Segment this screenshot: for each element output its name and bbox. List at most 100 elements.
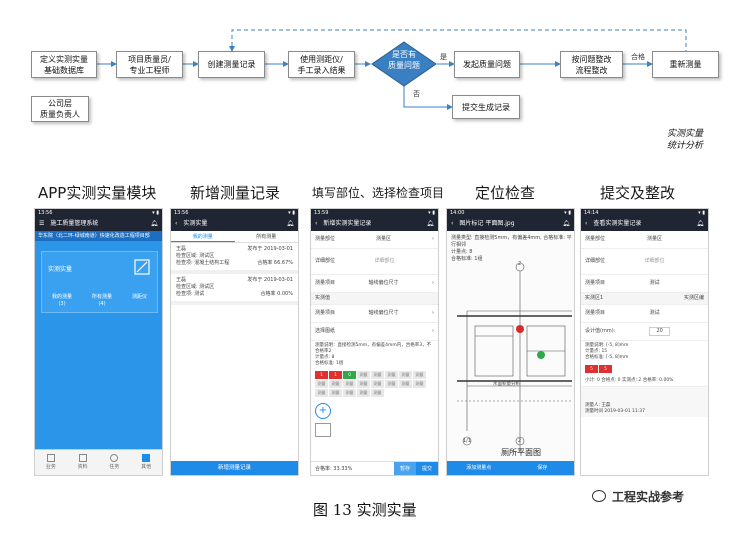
item-field[interactable]: 测量项目 轴线偏位尺寸 › <box>311 275 438 293</box>
floor-plan-drawing <box>457 262 572 451</box>
app-bar: ‹ 新增实测实量记录 🔔︎ <box>311 217 438 231</box>
measure-cell[interactable]: 测量 <box>357 371 370 379</box>
rate-label: 合格率: 33.33% <box>315 466 353 472</box>
measure-cell[interactable]: 测量 <box>315 389 328 397</box>
select-drawing[interactable]: 选择图纸 › <box>311 323 438 341</box>
node-statistics: 实测实量 统计分析 <box>666 129 703 151</box>
nav-tasks[interactable]: 任务 <box>109 454 119 471</box>
save-button[interactable]: 暂存 <box>394 462 416 475</box>
form-footer: 合格率: 33.33% 暂存 提交 <box>311 461 438 475</box>
bell-icon[interactable]: 🔔︎ <box>696 217 704 231</box>
rangefinder-tile[interactable]: 测距仪 <box>132 294 147 308</box>
measured-section: 实测值 <box>311 293 438 305</box>
node-company-owner: 公司层 质量负责人 <box>31 96 89 122</box>
back-icon[interactable]: ‹ <box>315 217 317 231</box>
measure-card[interactable]: 实测实量 我的测量 (3) 所有测量 (4) 测距仪 <box>41 251 158 313</box>
camera-icon[interactable] <box>315 423 331 437</box>
summary-line: 小计: 0 合格点: 0 实测点: 2 合格率: 0.00% <box>581 375 708 387</box>
measure-cell[interactable]: 测量 <box>343 389 356 397</box>
measure-cell[interactable]: 测量 <box>315 380 328 388</box>
flowchart-connectors <box>97 29 687 110</box>
measure-cell[interactable]: 测量 <box>399 380 412 388</box>
nav-docs[interactable]: 资料 <box>78 454 88 471</box>
measure-cell[interactable]: 1 <box>329 371 342 379</box>
measure-cell[interactable]: 0 <box>343 371 356 379</box>
measure-cell[interactable]: 测量 <box>371 380 384 388</box>
bell-icon[interactable]: 🔔︎ <box>286 217 294 231</box>
record-footer: 测量人: 王磊 测量时间 2019-03-01 11:37 <box>581 387 708 417</box>
phone-fill-form: 13:59 ▾ ▮ ‹ 新增实测实量记录 🔔︎ 测量部位 测量区 › 详细部位 详细部位… <box>310 208 439 476</box>
result-cell: 5 <box>599 365 612 373</box>
back-icon[interactable]: ‹ <box>451 217 453 231</box>
phone-new-record: 13:56 ▾ ▮ ‹ 实测实量 🔔︎ 我的测量 所有测量 王磊 发布于 2019-… <box>170 208 299 476</box>
measure-cell[interactable]: 测量 <box>329 389 342 397</box>
nav-other[interactable]: 其他 <box>141 454 151 471</box>
measure-cell[interactable]: 测量 <box>385 380 398 388</box>
submit-button[interactable]: 提交 <box>416 462 438 475</box>
measure-cell[interactable]: 测量 <box>357 380 370 388</box>
briefcase-icon <box>46 454 55 462</box>
section-title-fill-location: 填写部位、选择检查项目 <box>312 186 445 200</box>
measure-cell[interactable]: 测量 <box>329 380 342 388</box>
add-point-button[interactable]: 添加测量点 <box>447 461 511 475</box>
all-measure-tile[interactable]: 所有测量 (4) <box>92 294 112 308</box>
phone-submit: 14:14 ▾ ▮ ‹ 查看实测实量记录 🔔︎ 测量部位 测量区 详细部位 详细部位 … <box>580 208 709 476</box>
floor-plan[interactable] <box>447 231 574 463</box>
measure-notes: 测量说明: [-5, 8]mm 计量点: 15 合格标准: [-5, 8]mm <box>585 343 629 360</box>
measure-cell[interactable]: 测量 <box>413 380 426 388</box>
task-icon <box>110 454 119 462</box>
back-icon[interactable]: ‹ <box>585 217 587 231</box>
node-raise-issue: 发起质量问题 <box>454 51 520 78</box>
measure-cell[interactable]: 测量 <box>371 371 384 379</box>
item-field-2: 测量项目 测试 <box>581 305 708 323</box>
node-rectify: 按问题整改 流程整改 <box>560 51 623 78</box>
nav-business[interactable]: 业务 <box>46 454 56 471</box>
app-title: 查看实测实量记录 <box>593 220 642 227</box>
section-title-locate: 定位检查 <box>475 184 536 202</box>
add-icon[interactable]: + <box>315 403 331 419</box>
menu-icon[interactable]: ☰ <box>39 217 44 231</box>
green-marker <box>537 351 545 359</box>
save-button[interactable]: 保存 <box>511 461 575 475</box>
my-measure-tile[interactable]: 我的测量 (3) <box>52 294 72 308</box>
measure-cell[interactable]: 测量 <box>371 389 384 397</box>
app-bar: ‹ 查看实测实量记录 🔔︎ <box>581 217 708 231</box>
item-field-2[interactable]: 测量项目 轴线偏位尺寸 › <box>311 305 438 323</box>
measure-card-label: 实测实量 <box>48 266 73 273</box>
node-input-result: 使用测距仪/ 手工录入结果 <box>288 51 355 78</box>
project-name[interactable]: 华东院（北二环-绿城南道）快速化改造工程项目部 <box>35 231 162 241</box>
tab-all-measure[interactable]: 所有测量 <box>235 231 299 242</box>
app-title: 施工质量管理系统 <box>50 220 99 227</box>
measure-cell[interactable]: 测量 <box>343 380 356 388</box>
phone-locate: 14:00 ▾ ▮ ‹ 图片标记 平面图.jpg 🔔︎ 测量类型: 直接检测5m… <box>446 208 575 476</box>
grid-icon <box>142 454 151 462</box>
location-field[interactable]: 测量部位 测量区 › <box>311 231 438 249</box>
detail-location-field: 详细部位 详细部位 <box>581 249 708 275</box>
measure-cell[interactable]: 1 <box>315 371 328 379</box>
measure-cell[interactable]: 测量 <box>399 371 412 379</box>
status-bar: 13:56 ▾ ▮ <box>171 209 298 217</box>
app-title: 实测实量 <box>183 220 208 227</box>
app-bar: ‹ 图片标记 平面图.jpg 🔔︎ <box>447 217 574 231</box>
bell-icon[interactable]: 🔔︎ <box>562 217 570 231</box>
measure-cell[interactable]: 测量 <box>413 371 426 379</box>
tab-bar: 我的测量 所有测量 <box>171 231 298 243</box>
locate-footer: 添加测量点 保存 <box>447 461 574 475</box>
pool-label: 水面积量分析 <box>493 382 520 387</box>
result-cells: 5 5 <box>581 363 708 375</box>
node-remeasure: 重新测量 <box>652 51 719 78</box>
bottom-nav: 业务 资料 任务 其他 <box>35 449 162 475</box>
bell-icon[interactable]: 🔔︎ <box>150 217 158 231</box>
node-role: 项目质量员/ 专业工程师 <box>116 51 183 78</box>
detail-location-field[interactable]: 详细部位 详细部位 <box>311 249 438 275</box>
app-title: 新增实测实量记录 <box>323 220 372 227</box>
bell-icon[interactable]: 🔔︎ <box>426 217 434 231</box>
record-item[interactable]: 王磊 发布于 2019-03-01 检查区域: 测试区 检查项: 测试 合格率 0.… <box>171 274 298 305</box>
measure-cell[interactable]: 测量 <box>357 389 370 397</box>
app-bar: ‹ 实测实量 🔔︎ <box>171 217 298 231</box>
measure-cell[interactable]: 测量 <box>385 371 398 379</box>
record-item[interactable]: 王磊 发布于 2019-03-01 检查区域: 测试区 检查项: 混凝土结构工程合… <box>171 243 298 274</box>
new-record-button[interactable]: 新增测量记录 <box>171 461 298 475</box>
back-icon[interactable]: ‹ <box>175 217 177 231</box>
tab-my-measure[interactable]: 我的测量 <box>171 231 235 242</box>
